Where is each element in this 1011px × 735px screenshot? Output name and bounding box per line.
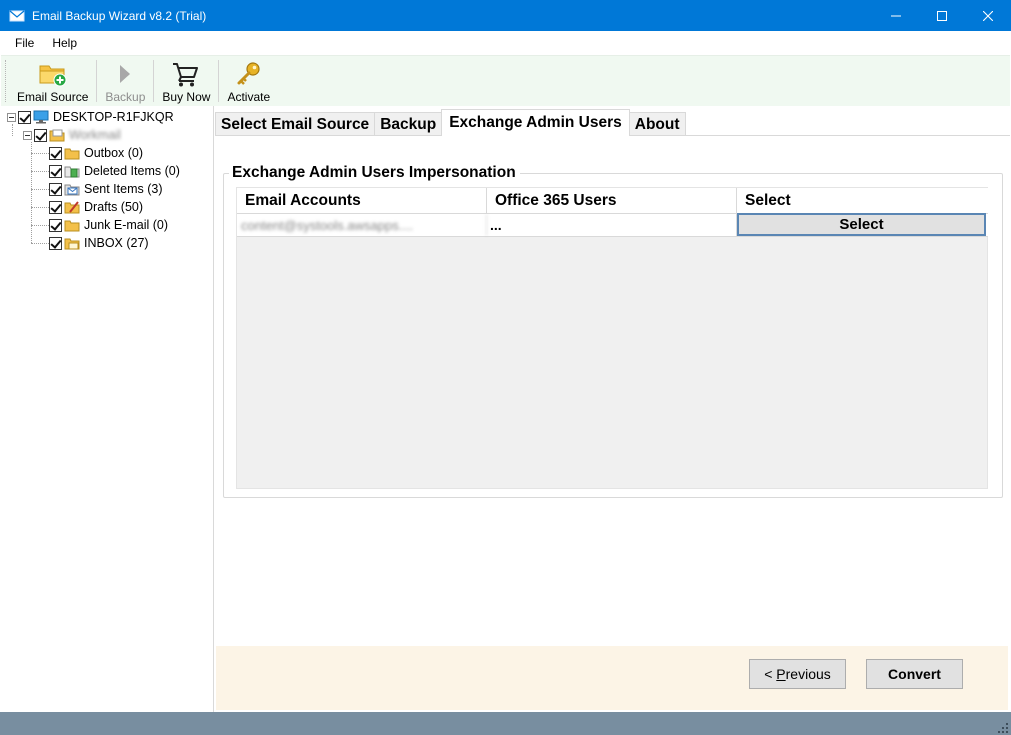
email-source-label: Email Source — [17, 90, 89, 104]
previous-button[interactable]: < Previous — [749, 659, 846, 689]
tree-node-label: INBOX (27) — [84, 236, 149, 250]
previous-label: revious — [785, 666, 831, 682]
tab-strip: Select Email Source Backup Exchange Admi… — [215, 109, 686, 136]
app-icon — [9, 10, 25, 21]
convert-button[interactable]: Convert — [866, 659, 963, 689]
column-header-select[interactable]: Select — [737, 188, 988, 214]
key-icon — [237, 62, 260, 85]
buy-now-label: Buy Now — [162, 90, 211, 104]
deleted-items-icon — [64, 166, 80, 178]
menu-help[interactable]: Help — [44, 36, 85, 50]
drafts-icon — [64, 201, 80, 214]
footer-bar: < Previous Convert — [216, 646, 1008, 710]
table-row[interactable]: content@systools.awsapps.... ... Select — [237, 213, 988, 237]
computer-icon — [33, 110, 49, 124]
select-user-button[interactable]: Select — [737, 213, 986, 236]
column-header-email-accounts[interactable]: Email Accounts — [237, 188, 487, 214]
column-header-office365-users[interactable]: Office 365 Users — [487, 188, 737, 214]
tree-node-desktop[interactable]: DESKTOP-R1FJKQR — [7, 108, 174, 126]
menu-file[interactable]: File — [7, 36, 42, 50]
menu-bar: File Help — [1, 31, 1010, 55]
grid-header: Email Accounts Office 365 Users Select — [237, 188, 988, 214]
tree-checkbox[interactable] — [49, 200, 62, 214]
tree-checkbox[interactable] — [49, 164, 62, 178]
resize-grip-icon[interactable] — [998, 723, 1008, 733]
email-account-cell[interactable]: content@systools.awsapps.... — [237, 214, 487, 236]
tree-checkbox[interactable] — [34, 128, 47, 142]
title-bar: Email Backup Wizard v8.2 (Trial) — [0, 0, 1011, 31]
collapse-toggle[interactable] — [23, 130, 32, 140]
tree-node-label: Deleted Items (0) — [84, 164, 180, 178]
tree-node-label: DESKTOP-R1FJKQR — [53, 110, 174, 124]
toolbar-separator — [153, 60, 155, 102]
tree-checkbox[interactable] — [49, 236, 62, 250]
tree-node-label: Drafts (50) — [84, 200, 144, 214]
tree-node-label: Workmail — [69, 128, 121, 142]
previous-hotkey: P — [776, 666, 786, 682]
mail-folder-icon — [49, 129, 65, 142]
tree-checkbox[interactable] — [49, 218, 62, 232]
previous-prefix: < — [764, 666, 777, 682]
users-grid: Email Accounts Office 365 Users Select c… — [236, 187, 988, 489]
close-icon — [983, 10, 993, 21]
toolbar-separator — [96, 60, 98, 102]
status-bar — [0, 712, 1011, 735]
minimize-button[interactable] — [873, 0, 919, 31]
office365-users-cell[interactable]: ... — [487, 214, 737, 236]
inbox-icon — [64, 238, 80, 250]
tree-node-sent-items[interactable]: Sent Items (3) — [49, 180, 163, 198]
toolbar-separator — [218, 60, 220, 102]
tab-backup[interactable]: Backup — [374, 112, 443, 136]
maximize-button[interactable] — [919, 0, 965, 31]
play-icon — [120, 65, 131, 83]
main-panel: Select Email Source Backup Exchange Admi… — [215, 106, 1010, 712]
toolbar: Email Source Backup Buy Now Activate — [1, 55, 1010, 106]
tab-about[interactable]: About — [628, 112, 686, 136]
backup-button[interactable]: Backup — [99, 56, 151, 106]
tree-checkbox[interactable] — [49, 182, 62, 196]
tree-node-account[interactable]: Workmail — [23, 126, 121, 144]
tab-exchange-admin-users[interactable]: Exchange Admin Users — [441, 109, 630, 136]
tree-node-deleted-items[interactable]: Deleted Items (0) — [49, 162, 180, 180]
maximize-icon — [937, 10, 947, 21]
activate-button[interactable]: Activate — [221, 56, 276, 106]
close-button[interactable] — [965, 0, 1011, 31]
folder-add-icon — [39, 65, 67, 87]
buy-now-button[interactable]: Buy Now — [156, 56, 216, 106]
minimize-icon — [891, 15, 901, 16]
toolbar-grip — [5, 60, 8, 102]
tree-node-drafts[interactable]: Drafts (50) — [49, 198, 143, 216]
folder-tree: DESKTOP-R1FJKQR Workmail Outbox (0) Dele… — [1, 106, 214, 712]
tree-checkbox[interactable] — [18, 110, 31, 124]
backup-label: Backup — [105, 90, 146, 104]
cart-icon — [173, 63, 199, 87]
tree-node-inbox[interactable]: INBOX (27) — [49, 234, 149, 252]
collapse-toggle[interactable] — [7, 112, 16, 122]
tree-node-label: Sent Items (3) — [84, 182, 163, 196]
email-source-button[interactable]: Email Source — [11, 56, 94, 106]
folder-icon — [64, 220, 80, 232]
folder-icon — [64, 148, 80, 160]
window-title: Email Backup Wizard v8.2 (Trial) — [32, 8, 207, 23]
activate-label: Activate — [227, 90, 271, 104]
tab-select-email-source[interactable]: Select Email Source — [215, 112, 376, 136]
tree-node-outbox[interactable]: Outbox (0) — [49, 144, 143, 162]
tree-node-label: Junk E-mail (0) — [84, 218, 169, 232]
tree-node-label: Outbox (0) — [84, 146, 144, 160]
sent-items-icon — [64, 184, 80, 196]
group-title: Exchange Admin Users Impersonation — [229, 164, 520, 182]
tree-node-junk-email[interactable]: Junk E-mail (0) — [49, 216, 168, 234]
tree-checkbox[interactable] — [49, 146, 62, 160]
tab-content: Exchange Admin Users Impersonation Email… — [216, 136, 1008, 646]
